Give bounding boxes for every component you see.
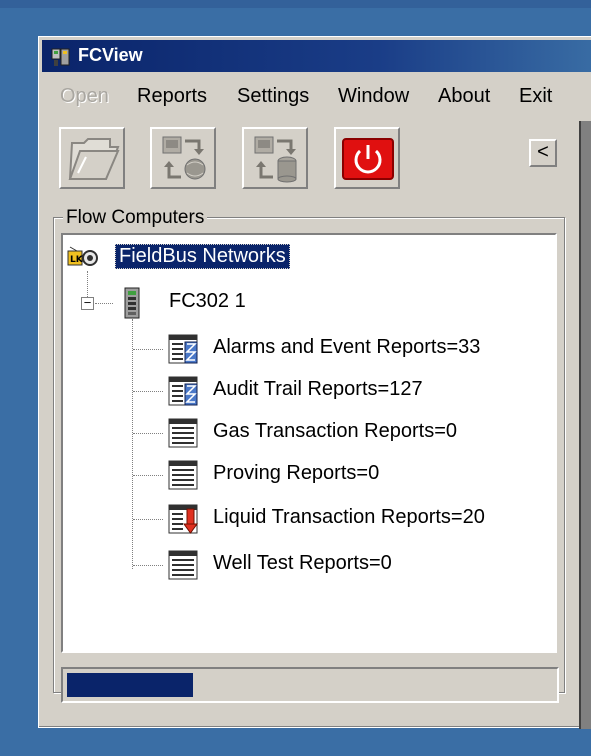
power-button[interactable] [334, 127, 400, 189]
tree-line [133, 349, 163, 350]
tree-report-label[interactable]: Proving Reports=0 [213, 462, 379, 485]
database-transfer-button[interactable] [242, 127, 308, 189]
tree-line [132, 319, 133, 569]
tree-line [133, 433, 163, 434]
database-transfer-icon [254, 136, 297, 183]
menu-open[interactable]: Open [60, 85, 109, 108]
menu-bar: Open Reports Settings Window About Exit [42, 77, 591, 107]
network-transfer-button[interactable] [150, 127, 216, 189]
title-bar[interactable]: FCView [42, 40, 591, 72]
fcview-window: FCView Open Reports Settings Window Abou… [38, 36, 591, 729]
window-title: FCView [78, 45, 143, 65]
report-icon [168, 460, 198, 490]
tree-report-label[interactable]: Gas Transaction Reports=0 [213, 420, 457, 443]
hourglass-report-icon [168, 376, 198, 406]
folder-icon [68, 138, 120, 180]
tree-report-label[interactable]: Well Test Reports=0 [213, 552, 392, 575]
menu-window[interactable]: Window [338, 85, 409, 108]
toolbar [42, 127, 591, 199]
report-icon [168, 550, 198, 580]
svg-text:LK: LK [70, 255, 84, 265]
report-icon [168, 418, 198, 448]
menu-exit[interactable]: Exit [519, 85, 552, 108]
tree-line [133, 565, 163, 566]
group-label: Flow Computers [63, 207, 208, 229]
download-report-icon [168, 504, 198, 534]
tree-report-label[interactable]: Alarms and Event Reports=33 [213, 336, 480, 359]
tree-device-label[interactable]: FC302 1 [169, 290, 246, 313]
tree-report-label[interactable]: Liquid Transaction Reports=20 [213, 506, 485, 529]
open-folder-button[interactable] [59, 127, 125, 189]
collapse-panel-button[interactable]: < [529, 139, 557, 167]
tree-line [95, 303, 113, 304]
tree-line [133, 475, 163, 476]
fieldbus-network-icon: LK [67, 246, 98, 266]
hourglass-report-icon [168, 334, 198, 364]
main-area-edge [579, 121, 591, 729]
app-icon [51, 48, 70, 66]
network-tree[interactable]: LK FieldBus Networks − FC302 1 Alarms an… [61, 233, 557, 653]
desktop-top-band [0, 0, 591, 8]
menu-about[interactable]: About [438, 85, 490, 108]
tree-line [133, 519, 163, 520]
flow-computer-icon [124, 287, 140, 319]
menu-settings[interactable]: Settings [237, 85, 309, 108]
power-icon [342, 138, 394, 180]
menu-reports[interactable]: Reports [137, 85, 207, 108]
tree-line [133, 391, 163, 392]
tree-root-label[interactable]: FieldBus Networks [115, 244, 290, 269]
status-bar [61, 667, 559, 703]
tree-report-label[interactable]: Audit Trail Reports=127 [213, 378, 423, 401]
collapse-toggle[interactable]: − [81, 296, 94, 310]
network-transfer-icon [162, 136, 206, 180]
progress-bar-fill [67, 673, 193, 697]
